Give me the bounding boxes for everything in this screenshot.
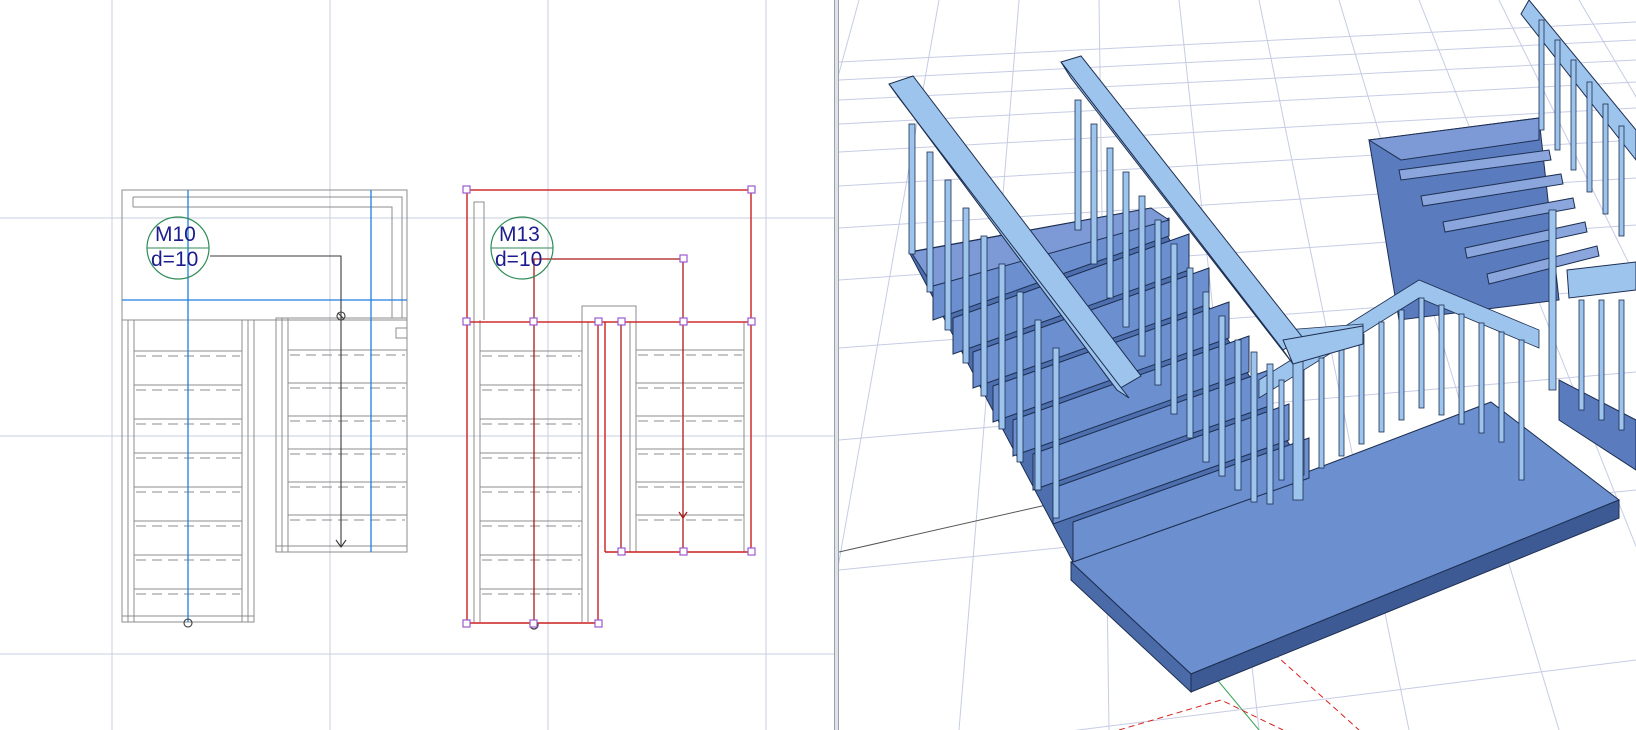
marker-id-m10: M10 (155, 223, 196, 246)
stair-marker-m13[interactable]: M13 d=10 (490, 216, 554, 280)
floor-plan-canvas[interactable]: M10 d=10 M13 d=10 (0, 0, 834, 730)
marker-param-m13: d=10 (495, 248, 542, 271)
3d-view[interactable] (839, 0, 1636, 730)
marker-id-m13: M13 (499, 223, 540, 246)
floor-plan-view[interactable]: M10 d=10 M13 d=10 (0, 0, 834, 730)
3d-canvas[interactable] (839, 0, 1636, 730)
stair-marker-m10[interactable]: M10 d=10 (146, 216, 210, 280)
plan-grid (0, 0, 834, 730)
marker-param-m10: d=10 (151, 248, 198, 271)
